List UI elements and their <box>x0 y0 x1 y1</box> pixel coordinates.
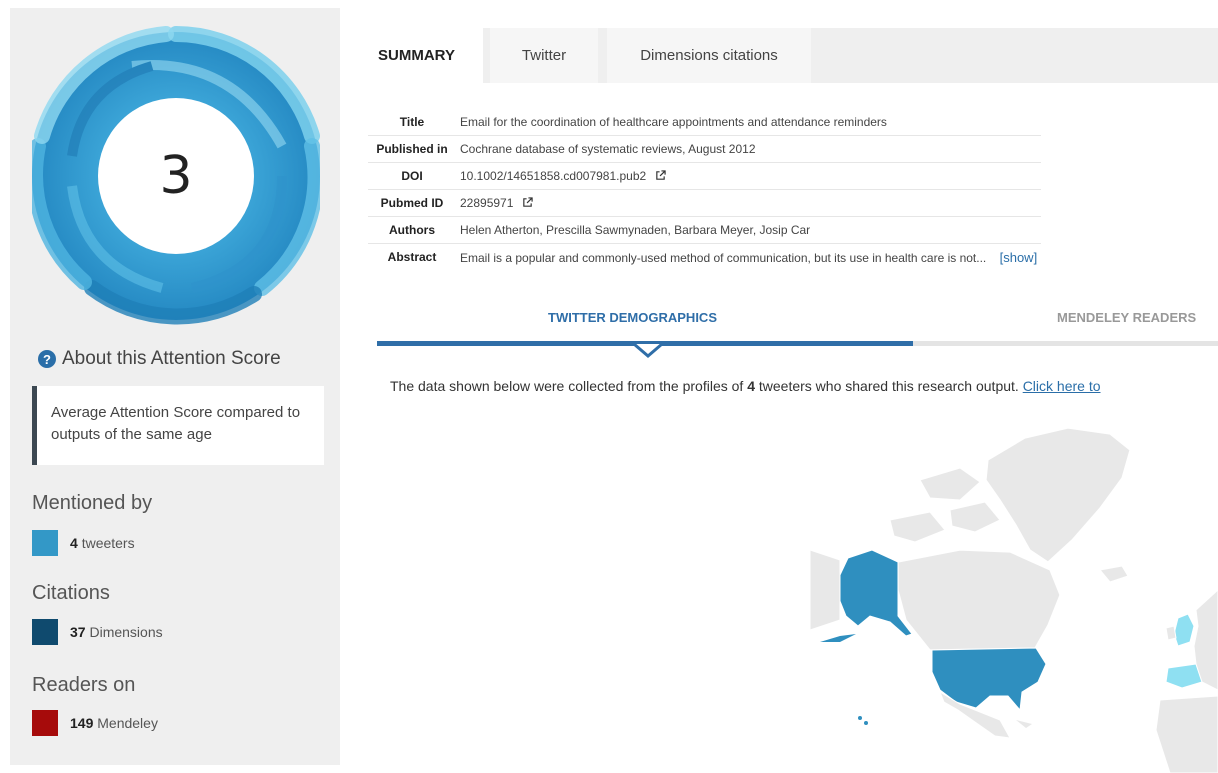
mentioned-tweeters-row[interactable]: 4 tweeters <box>32 530 135 556</box>
intro-link[interactable]: Click here to <box>1023 378 1101 394</box>
attention-score-value: 3 <box>159 146 193 206</box>
abstract-show-link[interactable]: [show] <box>1000 250 1038 265</box>
meta-abstract-label: Abstract <box>387 250 437 264</box>
twitter-demographics-map[interactable] <box>810 420 1218 773</box>
score-comparison-box: Average Attention Score compared to outp… <box>32 386 324 465</box>
tab-twitter-demographics[interactable]: TWITTER DEMOGRAPHICS <box>548 310 717 325</box>
meta-pubmed-cell: 22895971 <box>456 189 1042 217</box>
output-metadata-table: Title Email for the coordination of heal… <box>368 109 1042 271</box>
tweeters-swatch <box>32 530 58 556</box>
meta-row-doi: DOI 10.1002/14651858.cd007981.pub2 <box>368 162 1042 190</box>
dimensions-label: Dimensions <box>89 624 163 640</box>
main-tab-bar: SUMMARY Twitter Dimensions citations <box>350 28 1218 83</box>
active-tab-caret-icon <box>633 344 663 358</box>
mentioned-by-heading: Mentioned by <box>32 492 153 514</box>
mendeley-swatch <box>32 710 58 736</box>
world-map <box>810 427 1218 773</box>
inactive-tab-bar <box>913 341 1218 346</box>
meta-pubmed-label: Pubmed ID <box>368 189 456 217</box>
dimensions-swatch <box>32 619 58 645</box>
meta-authors-value: Helen Atherton, Prescilla Sawmynaden, Ba… <box>456 216 1042 244</box>
tweeters-label: tweeters <box>81 535 135 551</box>
tweeters-count: 4 <box>70 535 78 551</box>
pubmed-link[interactable]: 22895971 <box>460 196 513 210</box>
intro-suffix: tweeters who shared this research output… <box>754 378 1023 394</box>
demographics-intro: The data shown below were collected from… <box>390 378 1218 394</box>
attention-donut[interactable]: 3 <box>27 26 324 326</box>
abstract-snippet: Email is a popular and commonly-used met… <box>460 250 987 265</box>
tab-summary[interactable]: SUMMARY <box>350 28 483 83</box>
meta-published-value: Cochrane database of systematic reviews,… <box>456 135 1042 163</box>
meta-authors-label: Authors <box>368 216 456 244</box>
meta-row-pubmed: Pubmed ID 22895971 <box>368 189 1042 217</box>
meta-title-value: Email for the coordination of healthcare… <box>456 109 1042 136</box>
meta-abstract-cell: Email is a popular and commonly-used met… <box>456 244 1041 271</box>
meta-title-label: Title <box>368 109 456 136</box>
demographics-tabs: TWITTER DEMOGRAPHICS MENDELEY READERS <box>377 300 1218 360</box>
tab-dimensions-citations[interactable]: Dimensions citations <box>607 28 811 83</box>
mendeley-count: 149 <box>70 715 94 731</box>
top-strip <box>0 0 1218 8</box>
doi-link[interactable]: 10.1002/14651858.cd007981.pub2 <box>460 169 646 183</box>
meta-row-authors: Authors Helen Atherton, Prescilla Sawmyn… <box>368 216 1042 244</box>
readers-mendeley-row[interactable]: 149 Mendeley <box>32 710 158 736</box>
citations-heading: Citations <box>32 582 110 604</box>
help-circle-icon: ? <box>38 350 56 368</box>
meta-row-published: Published in Cochrane database of system… <box>368 135 1042 163</box>
intro-prefix: The data shown below were collected from… <box>390 378 748 394</box>
tab-mendeley-readers[interactable]: MENDELEY READERS <box>1057 310 1196 325</box>
dimensions-count: 37 <box>70 624 86 640</box>
attention-sidebar: 3 ? About this Attention Score Average A… <box>10 8 340 765</box>
intro-count: 4 <box>747 378 755 394</box>
meta-published-label: Published in <box>368 135 456 163</box>
mendeley-label: Mendeley <box>97 715 158 731</box>
readers-heading: Readers on <box>32 674 136 696</box>
meta-row-abstract: Abstract Email is a popular and commonly… <box>368 244 1041 271</box>
external-link-icon[interactable] <box>522 197 533 208</box>
meta-doi-label: DOI <box>368 162 456 190</box>
external-link-icon[interactable] <box>655 170 666 181</box>
meta-row-title: Title Email for the coordination of heal… <box>368 109 1042 136</box>
tab-twitter[interactable]: Twitter <box>490 28 598 83</box>
about-attention-score[interactable]: ? About this Attention Score <box>38 348 281 370</box>
score-comparison-text: Average Attention Score compared to outp… <box>51 404 301 443</box>
citations-dimensions-row[interactable]: 37 Dimensions <box>32 619 163 645</box>
meta-doi-cell: 10.1002/14651858.cd007981.pub2 <box>456 162 1042 190</box>
about-attention-label: About this Attention Score <box>62 348 281 369</box>
